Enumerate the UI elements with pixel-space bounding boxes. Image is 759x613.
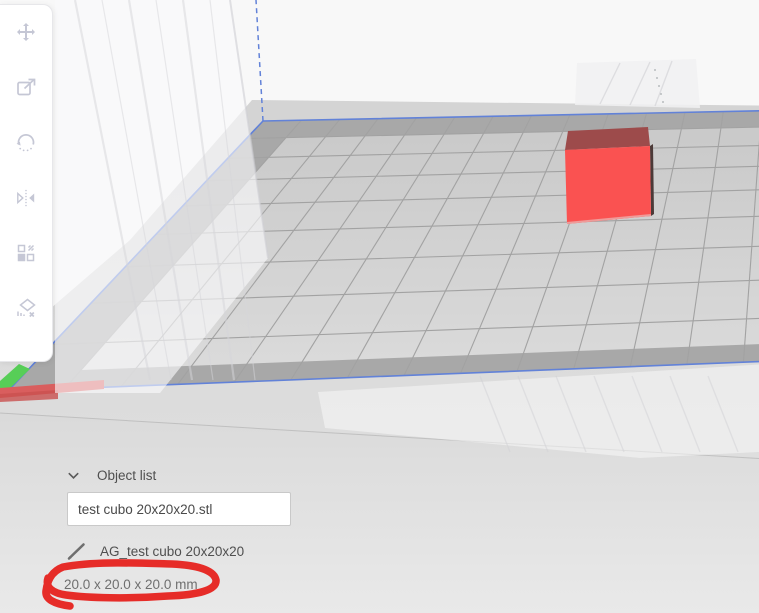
arrange-tool-button[interactable]	[11, 241, 41, 265]
chevron-down-icon	[68, 472, 79, 479]
pencil-icon	[67, 543, 85, 560]
object-list-title: Object list	[97, 468, 157, 483]
object-name-input[interactable]	[67, 492, 291, 526]
lay-flat-icon	[17, 298, 36, 318]
model-cube[interactable]	[565, 127, 654, 224]
mirror-icon	[17, 189, 35, 207]
printer-frame-back-block	[575, 59, 700, 108]
object-list-header[interactable]: Object list	[66, 468, 156, 483]
dimensions-label: 20.0 x 20.0 x 20.0 mm	[64, 577, 198, 592]
slicer-window: Object list AG_test cubo 20x20x20 20.0 x…	[0, 0, 759, 613]
scale-tool-button[interactable]	[11, 76, 41, 100]
arrange-icon	[17, 244, 35, 262]
rotate-tool-button[interactable]	[11, 131, 41, 155]
move-icon	[17, 23, 35, 41]
move-tool-button[interactable]	[11, 21, 41, 45]
transform-toolbar	[0, 4, 53, 362]
part-row[interactable]: AG_test cubo 20x20x20	[64, 540, 244, 562]
lay-flat-tool-button[interactable]	[11, 296, 41, 320]
scale-icon	[17, 78, 36, 96]
mirror-tool-button[interactable]	[11, 186, 41, 210]
part-label: AG_test cubo 20x20x20	[100, 543, 245, 559]
rotate-icon	[16, 134, 35, 152]
